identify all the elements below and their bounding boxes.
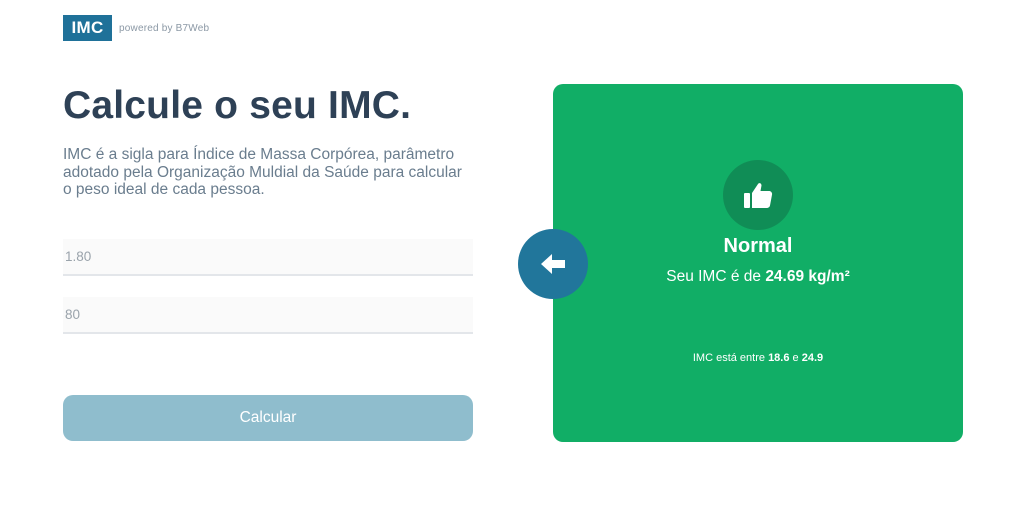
result-range-prefix: IMC está entre [692, 352, 769, 364]
header: IMC powered by B7Web [63, 15, 209, 41]
calculate-button[interactable]: Calcular [63, 395, 473, 441]
back-button[interactable] [518, 229, 588, 299]
weight-input[interactable] [63, 297, 473, 334]
result-range-line: IMC está entre 18.6 e 24.9 [553, 352, 963, 364]
result-imc-line: Seu IMC é de 24.69 kg/m² [553, 268, 963, 286]
result-icon-circle [723, 160, 793, 230]
arrow-left-icon [541, 254, 565, 274]
result-card: Normal Seu IMC é de 24.69 kg/m² IMC está… [553, 84, 963, 442]
result-range-min: 18.6 [768, 352, 790, 364]
height-input[interactable] [63, 239, 473, 276]
page-title: Calcule o seu IMC. [63, 84, 412, 127]
powered-by-text: powered by B7Web [119, 22, 210, 34]
result-imc-prefix: Seu IMC é de [666, 268, 766, 285]
result-range-max: 24.9 [801, 352, 824, 364]
left-panel: Calcule o seu IMC. IMC é a sigla para Ín… [63, 80, 473, 199]
result-title: Normal [723, 235, 793, 257]
thumbs-up-icon [744, 183, 773, 208]
result-imc-value: 24.69 kg/m² [765, 268, 850, 285]
page-description: IMC é a sigla para Índice de Massa Corpó… [63, 146, 462, 198]
result-range-sep: e [789, 352, 802, 364]
logo: IMC [63, 15, 112, 41]
